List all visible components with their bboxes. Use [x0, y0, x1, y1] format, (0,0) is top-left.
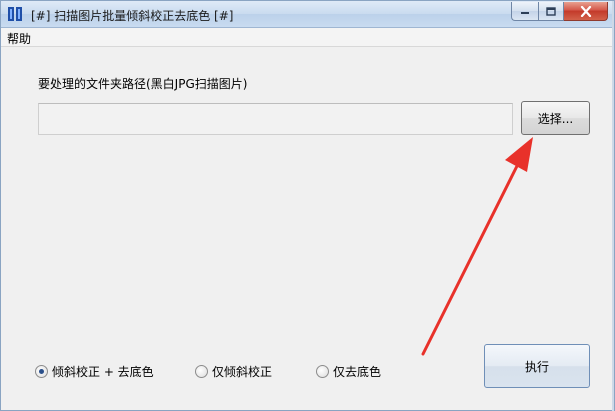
option-deskew-and-remove-bg[interactable]: 倾斜校正 + 去底色	[35, 363, 154, 380]
radio-button[interactable]	[35, 365, 48, 378]
option-deskew-only[interactable]: 仅倾斜校正	[195, 363, 272, 380]
radio-button[interactable]	[195, 365, 208, 378]
folder-path-label: 要处理的文件夹路径(黑白JPG扫描图片)	[38, 77, 248, 91]
window-title: [#] 扫描图片批量倾斜校正去底色 [#]	[31, 9, 234, 23]
run-button[interactable]: 执行	[484, 344, 590, 388]
window-controls	[511, 2, 608, 21]
option-label: 仅倾斜校正	[212, 365, 273, 379]
menu-bar: 帮助	[1, 28, 614, 47]
folder-path-input[interactable]	[38, 103, 513, 135]
annotation-arrow	[421, 137, 533, 356]
main-panel: 要处理的文件夹路径(黑白JPG扫描图片) 选择... 倾斜校正 + 去底色 仅倾…	[1, 47, 614, 410]
app-window: [#] 扫描图片批量倾斜校正去底色 [#] 帮助 要处理的文件夹路径(黑白JPG…	[0, 0, 615, 411]
option-label: 仅去底色	[333, 365, 382, 379]
option-remove-bg-only[interactable]: 仅去底色	[316, 363, 381, 380]
title-bar[interactable]: [#] 扫描图片批量倾斜校正去底色 [#]	[1, 1, 614, 28]
maximize-button[interactable]	[538, 2, 564, 21]
radio-selected-dot	[39, 369, 44, 374]
minimize-button[interactable]	[511, 2, 538, 21]
close-icon	[580, 5, 591, 17]
app-icon	[8, 7, 22, 21]
menu-item-help[interactable]: 帮助	[7, 30, 31, 47]
window-edge	[612, 1, 614, 411]
option-label: 倾斜校正 + 去底色	[52, 365, 154, 379]
close-button[interactable]	[564, 2, 608, 21]
maximize-icon	[546, 6, 556, 16]
radio-button[interactable]	[316, 365, 329, 378]
choose-folder-button[interactable]: 选择...	[521, 101, 590, 135]
minimize-icon	[521, 12, 529, 14]
